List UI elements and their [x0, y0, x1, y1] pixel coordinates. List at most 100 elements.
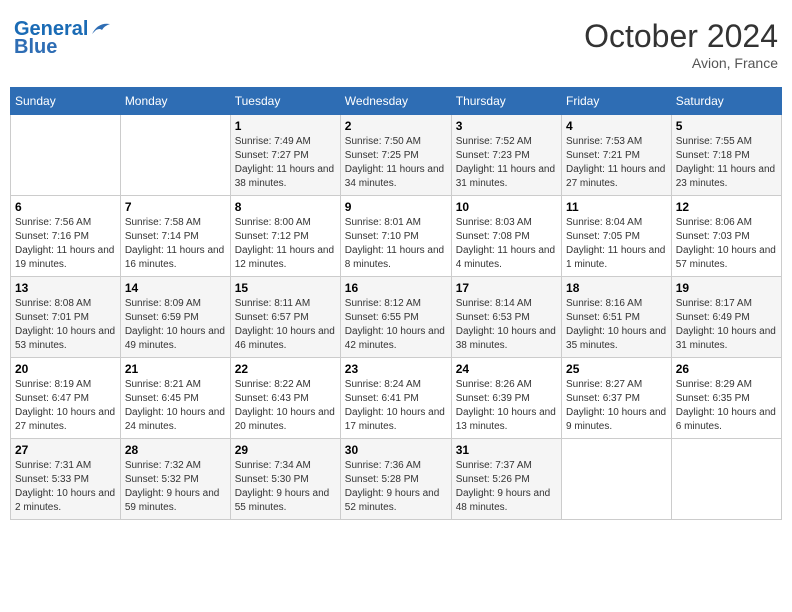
day-info: Sunrise: 8:08 AM Sunset: 7:01 PM Dayligh… [15, 297, 116, 353]
day-info: Sunrise: 8:19 AM Sunset: 6:47 PM Dayligh… [15, 378, 116, 434]
calendar-day-cell: 18 Sunrise: 8:16 AM Sunset: 6:51 PM Dayli… [562, 277, 672, 358]
calendar-week-row: 1Sunrise: 7:49 AM Sunset: 7:27 PM Daylig… [11, 115, 782, 196]
day-number: 4 [566, 119, 667, 133]
day-number: 22 [235, 362, 336, 376]
day-info: Sunrise: 8:27 AM Sunset: 6:37 PM Dayligh… [566, 378, 667, 434]
day-number: 7 [125, 200, 226, 214]
day-number: 9 [345, 200, 447, 214]
day-info: Sunrise: 7:58 AM Sunset: 7:14 PM Dayligh… [125, 216, 226, 272]
day-number: 11 [566, 200, 667, 214]
day-info: Sunrise: 8:17 AM Sunset: 6:49 PM Dayligh… [676, 297, 777, 353]
calendar-day-cell [120, 115, 230, 196]
calendar-day-cell: 2 Sunrise: 7:50 AM Sunset: 7:25 PM Daylig… [340, 115, 451, 196]
day-info: Sunrise: 8:04 AM Sunset: 7:05 PM Dayligh… [566, 216, 667, 272]
day-info: Sunrise: 7:37 AM Sunset: 5:26 PM Dayligh… [456, 459, 557, 515]
day-number: 28 [125, 443, 226, 457]
calendar-day-cell: 15Sunrise: 8:11 AM Sunset: 6:57 PM Dayli… [230, 277, 340, 358]
day-of-week-header: Saturday [671, 88, 781, 115]
day-info: Sunrise: 8:01 AM Sunset: 7:10 PM Dayligh… [345, 216, 447, 272]
calendar-day-cell: 1Sunrise: 7:49 AM Sunset: 7:27 PM Daylig… [230, 115, 340, 196]
calendar-day-cell: 16Sunrise: 8:12 AM Sunset: 6:55 PM Dayli… [340, 277, 451, 358]
day-number: 14 [125, 281, 226, 295]
day-number: 18 [566, 281, 667, 295]
calendar-day-cell: 12 Sunrise: 8:06 AM Sunset: 7:03 PM Dayli… [671, 196, 781, 277]
day-number: 30 [345, 443, 447, 457]
calendar-body: 1Sunrise: 7:49 AM Sunset: 7:27 PM Daylig… [11, 115, 782, 520]
day-number: 12 [676, 200, 777, 214]
day-info: Sunrise: 8:26 AM Sunset: 6:39 PM Dayligh… [456, 378, 557, 434]
calendar-day-cell: 8 Sunrise: 8:00 AM Sunset: 7:12 PM Daylig… [230, 196, 340, 277]
calendar-day-cell: 13 Sunrise: 8:08 AM Sunset: 7:01 PM Dayli… [11, 277, 121, 358]
calendar-day-cell: 17Sunrise: 8:14 AM Sunset: 6:53 PM Dayli… [451, 277, 561, 358]
calendar-day-cell [562, 439, 672, 520]
day-info: Sunrise: 7:50 AM Sunset: 7:25 PM Dayligh… [345, 135, 447, 191]
calendar-day-cell: 31 Sunrise: 7:37 AM Sunset: 5:26 PM Dayli… [451, 439, 561, 520]
day-number: 26 [676, 362, 777, 376]
day-of-week-header: Monday [120, 88, 230, 115]
day-info: Sunrise: 7:36 AM Sunset: 5:28 PM Dayligh… [345, 459, 447, 515]
day-info: Sunrise: 8:12 AM Sunset: 6:55 PM Dayligh… [345, 297, 447, 353]
calendar-day-cell: 24 Sunrise: 8:26 AM Sunset: 6:39 PM Dayli… [451, 358, 561, 439]
day-number: 10 [456, 200, 557, 214]
logo: General Blue [14, 18, 112, 58]
calendar-day-cell: 20 Sunrise: 8:19 AM Sunset: 6:47 PM Dayli… [11, 358, 121, 439]
day-number: 20 [15, 362, 116, 376]
day-info: Sunrise: 8:29 AM Sunset: 6:35 PM Dayligh… [676, 378, 777, 434]
calendar-day-cell [11, 115, 121, 196]
calendar-day-cell: 11 Sunrise: 8:04 AM Sunset: 7:05 PM Dayli… [562, 196, 672, 277]
day-info: Sunrise: 7:56 AM Sunset: 7:16 PM Dayligh… [15, 216, 116, 272]
day-info: Sunrise: 8:00 AM Sunset: 7:12 PM Dayligh… [235, 216, 336, 272]
day-of-week-header: Friday [562, 88, 672, 115]
calendar-day-cell: 22 Sunrise: 8:22 AM Sunset: 6:43 PM Dayli… [230, 358, 340, 439]
day-number: 2 [345, 119, 447, 133]
day-number: 27 [15, 443, 116, 457]
calendar-week-row: 6Sunrise: 7:56 AM Sunset: 7:16 PM Daylig… [11, 196, 782, 277]
day-info: Sunrise: 8:24 AM Sunset: 6:41 PM Dayligh… [345, 378, 447, 434]
day-info: Sunrise: 8:21 AM Sunset: 6:45 PM Dayligh… [125, 378, 226, 434]
day-info: Sunrise: 8:22 AM Sunset: 6:43 PM Dayligh… [235, 378, 336, 434]
page-header: General Blue October 2024 Avion, France [10, 10, 782, 79]
day-number: 29 [235, 443, 336, 457]
calendar-day-cell: 30 Sunrise: 7:36 AM Sunset: 5:28 PM Dayli… [340, 439, 451, 520]
day-of-week-header: Wednesday [340, 88, 451, 115]
calendar-day-cell: 28Sunrise: 7:32 AM Sunset: 5:32 PM Dayli… [120, 439, 230, 520]
day-of-week-header: Sunday [11, 88, 121, 115]
location: Avion, France [584, 55, 778, 71]
calendar-table: SundayMondayTuesdayWednesdayThursdayFrid… [10, 87, 782, 520]
calendar-week-row: 27 Sunrise: 7:31 AM Sunset: 5:33 PM Dayli… [11, 439, 782, 520]
calendar-day-cell: 3Sunrise: 7:52 AM Sunset: 7:23 PM Daylig… [451, 115, 561, 196]
calendar-day-cell: 21Sunrise: 8:21 AM Sunset: 6:45 PM Dayli… [120, 358, 230, 439]
calendar-day-cell: 23 Sunrise: 8:24 AM Sunset: 6:41 PM Dayli… [340, 358, 451, 439]
day-info: Sunrise: 8:06 AM Sunset: 7:03 PM Dayligh… [676, 216, 777, 272]
day-info: Sunrise: 7:49 AM Sunset: 7:27 PM Dayligh… [235, 135, 336, 191]
calendar-day-cell: 9 Sunrise: 8:01 AM Sunset: 7:10 PM Daylig… [340, 196, 451, 277]
day-info: Sunrise: 8:16 AM Sunset: 6:51 PM Dayligh… [566, 297, 667, 353]
calendar-day-cell: 6Sunrise: 7:56 AM Sunset: 7:16 PM Daylig… [11, 196, 121, 277]
calendar-header-row: SundayMondayTuesdayWednesdayThursdayFrid… [11, 88, 782, 115]
day-number: 24 [456, 362, 557, 376]
calendar-day-cell: 29 Sunrise: 7:34 AM Sunset: 5:30 PM Dayli… [230, 439, 340, 520]
day-of-week-header: Tuesday [230, 88, 340, 115]
calendar-week-row: 13 Sunrise: 8:08 AM Sunset: 7:01 PM Dayli… [11, 277, 782, 358]
day-number: 17 [456, 281, 557, 295]
calendar-day-cell: 25Sunrise: 8:27 AM Sunset: 6:37 PM Dayli… [562, 358, 672, 439]
calendar-day-cell [671, 439, 781, 520]
day-number: 23 [345, 362, 447, 376]
day-info: Sunrise: 7:31 AM Sunset: 5:33 PM Dayligh… [15, 459, 116, 515]
calendar-week-row: 20 Sunrise: 8:19 AM Sunset: 6:47 PM Dayli… [11, 358, 782, 439]
day-info: Sunrise: 7:55 AM Sunset: 7:18 PM Dayligh… [676, 135, 777, 191]
day-number: 3 [456, 119, 557, 133]
calendar-day-cell: 7 Sunrise: 7:58 AM Sunset: 7:14 PM Daylig… [120, 196, 230, 277]
calendar-day-cell: 27 Sunrise: 7:31 AM Sunset: 5:33 PM Dayli… [11, 439, 121, 520]
month-title: October 2024 [584, 18, 778, 55]
day-number: 15 [235, 281, 336, 295]
day-number: 31 [456, 443, 557, 457]
day-number: 8 [235, 200, 336, 214]
calendar-day-cell: 10 Sunrise: 8:03 AM Sunset: 7:08 PM Dayli… [451, 196, 561, 277]
day-info: Sunrise: 8:03 AM Sunset: 7:08 PM Dayligh… [456, 216, 557, 272]
day-info: Sunrise: 7:34 AM Sunset: 5:30 PM Dayligh… [235, 459, 336, 515]
calendar-day-cell: 26 Sunrise: 8:29 AM Sunset: 6:35 PM Dayli… [671, 358, 781, 439]
day-info: Sunrise: 8:09 AM Sunset: 6:59 PM Dayligh… [125, 297, 226, 353]
day-number: 13 [15, 281, 116, 295]
calendar-day-cell: 5Sunrise: 7:55 AM Sunset: 7:18 PM Daylig… [671, 115, 781, 196]
